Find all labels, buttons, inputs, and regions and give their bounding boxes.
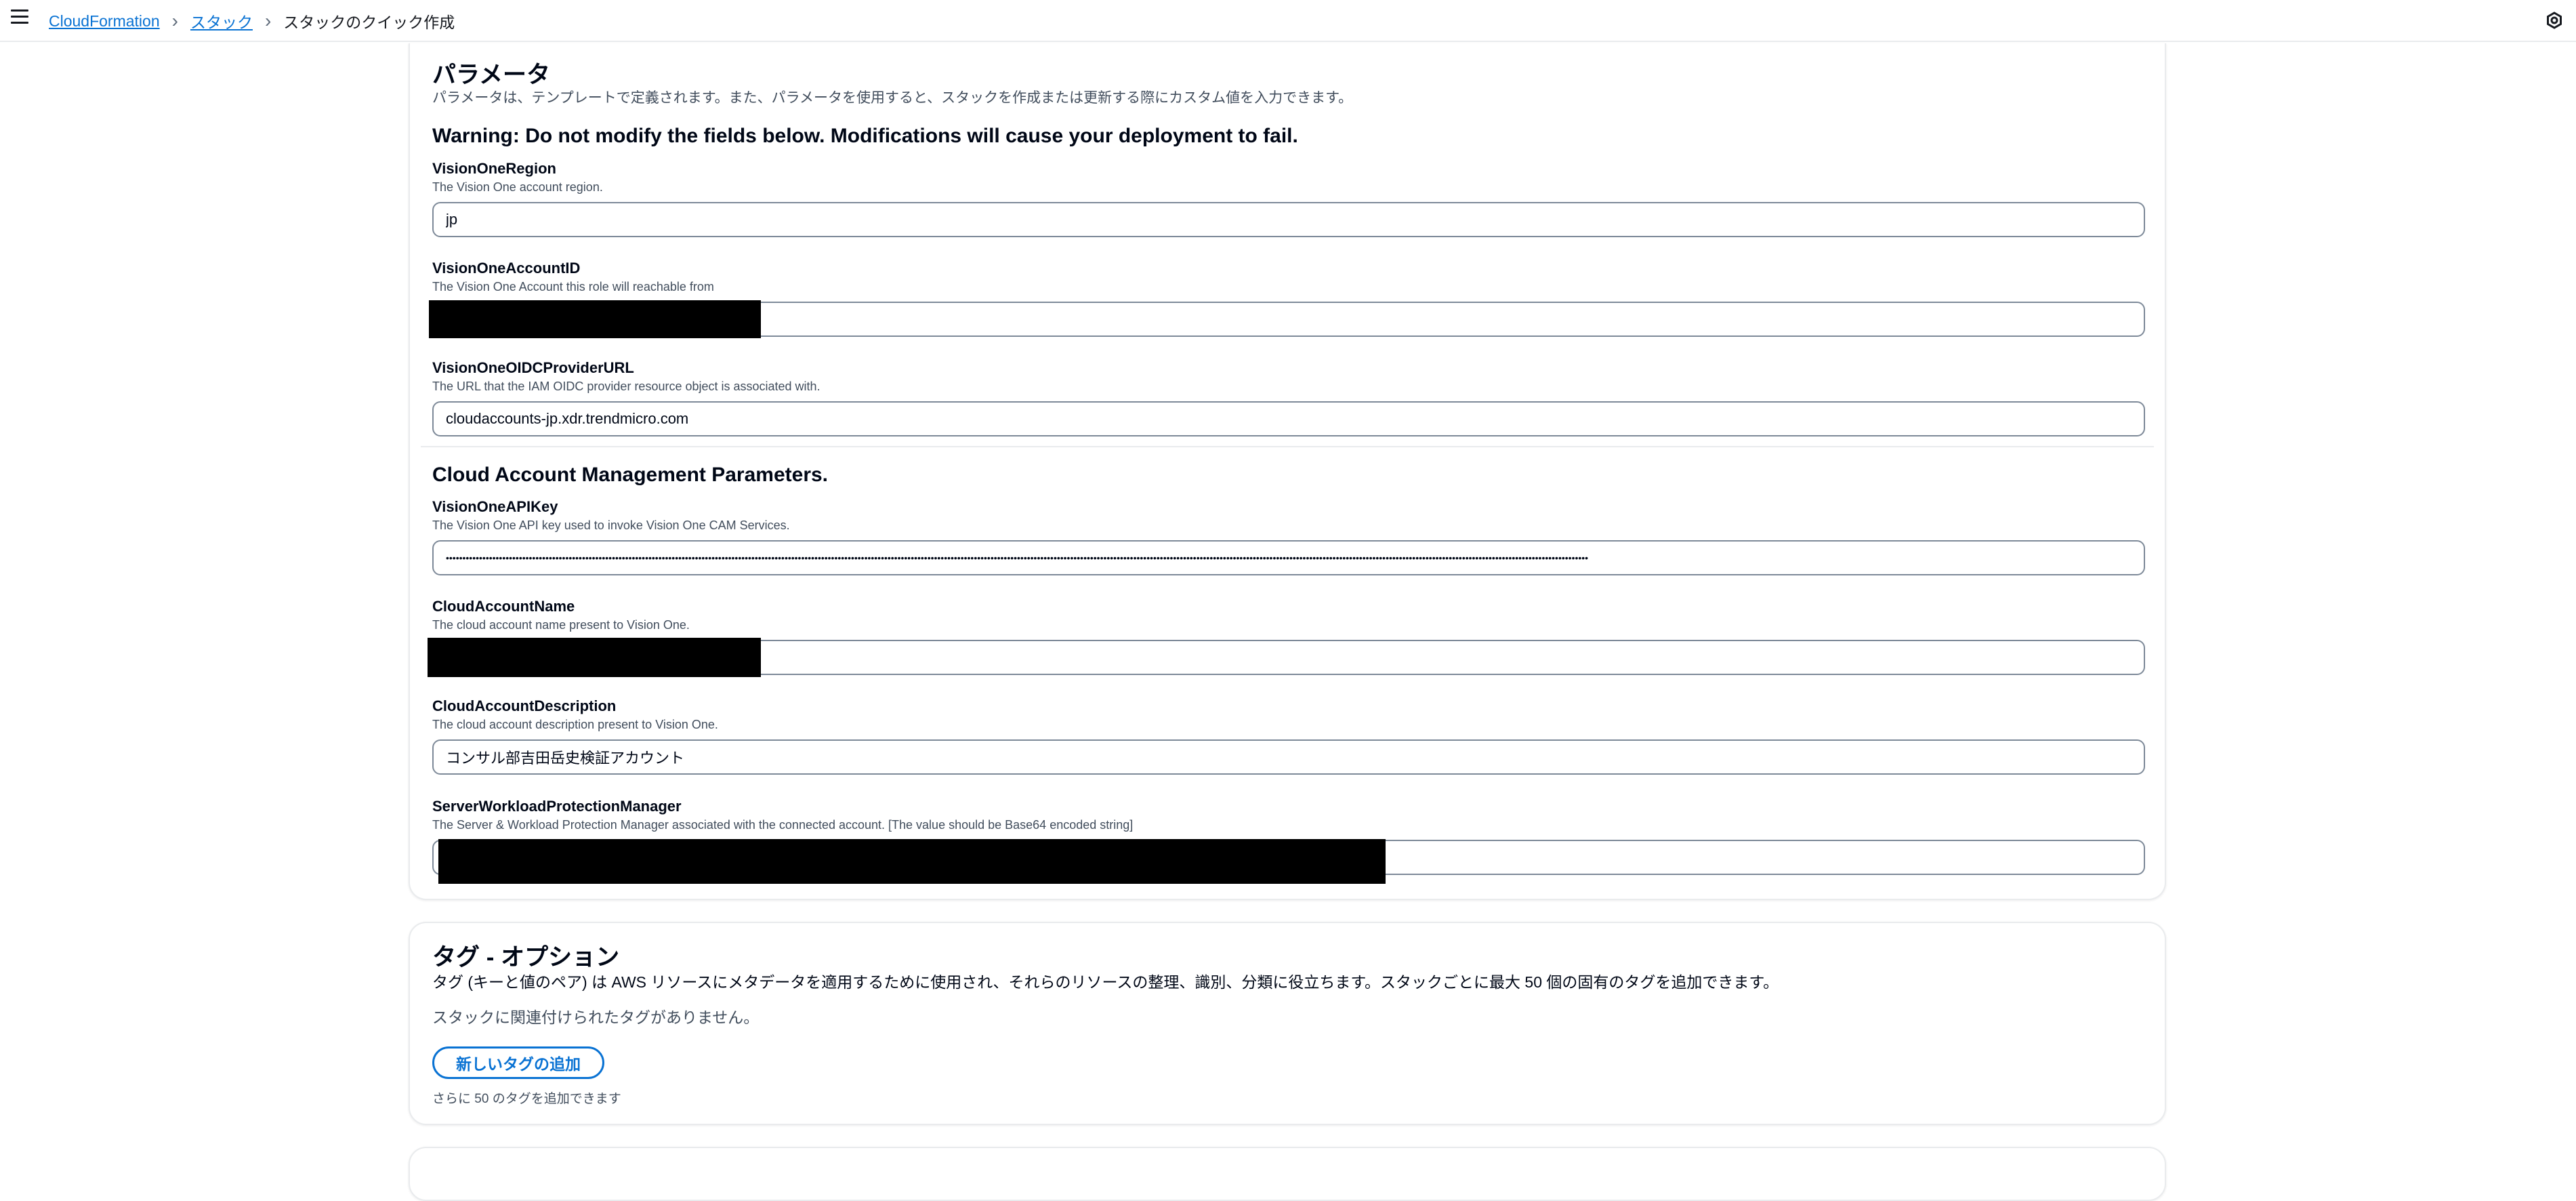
tags-description: タグ (キーと値のペア) は AWS リソースにメタデータを適用するために使用さ… bbox=[432, 973, 1779, 991]
field-label-vision-one-account-id: VisionOneAccountID bbox=[432, 260, 581, 277]
warning-message: Warning: Do not modify the fields below.… bbox=[432, 125, 1298, 147]
breadcrumb-cloudformation-link[interactable]: CloudFormation bbox=[49, 12, 160, 30]
redaction-block bbox=[438, 839, 1386, 884]
tags-empty-message: スタックに関連付けられたタグがありません。 bbox=[432, 1009, 760, 1026]
next-section-panel bbox=[409, 1147, 2166, 1201]
parameters-title: パラメータ bbox=[432, 62, 550, 88]
hamburger-menu-icon[interactable] bbox=[11, 9, 28, 24]
field-label-vision-one-api-key: VisionOneAPIKey bbox=[432, 498, 558, 515]
field-label-oidc-provider-url: VisionOneOIDCProviderURL bbox=[432, 359, 634, 376]
tags-remaining-text: さらに 50 のタグを追加できます bbox=[432, 1092, 621, 1106]
field-desc-vision-one-account-id: The Vision One Account this role will re… bbox=[432, 280, 714, 293]
field-desc-oidc-provider-url: The URL that the IAM OIDC provider resou… bbox=[432, 380, 820, 393]
parameters-panel: パラメータ パラメータは、テンプレートで定義されます。また、パラメータを使用する… bbox=[409, 43, 2166, 900]
field-desc-vision-one-api-key: The Vision One API key used to invoke Vi… bbox=[432, 518, 790, 532]
redaction-block bbox=[428, 638, 761, 677]
cloud-account-description-input[interactable] bbox=[432, 739, 2145, 775]
vision-one-api-key-input[interactable] bbox=[432, 540, 2145, 575]
add-new-tag-button[interactable]: 新しいタグの追加 bbox=[432, 1046, 604, 1079]
tags-title: タグ - オプション bbox=[432, 944, 620, 971]
breadcrumb: CloudFormation › スタック › スタックのクイック作成 bbox=[49, 9, 455, 33]
breadcrumb-current-page: スタックのクイック作成 bbox=[283, 14, 455, 31]
parameters-description: パラメータは、テンプレートで定義されます。また、パラメータを使用すると、スタック… bbox=[432, 90, 1353, 106]
field-label-swp-manager: ServerWorkloadProtectionManager bbox=[432, 798, 682, 815]
field-desc-cloud-account-name: The cloud account name present to Vision… bbox=[432, 618, 690, 632]
tags-panel: タグ - オプション タグ (キーと値のペア) は AWS リソースにメタデータ… bbox=[409, 922, 2166, 1125]
breadcrumb-stacks-link[interactable]: スタック bbox=[190, 9, 253, 33]
settings-icon[interactable] bbox=[2545, 11, 2564, 30]
field-label-cloud-account-description: CloudAccountDescription bbox=[432, 697, 617, 714]
vision-one-region-input[interactable] bbox=[432, 202, 2145, 237]
top-navigation-bar: CloudFormation › スタック › スタックのクイック作成 bbox=[0, 0, 2576, 42]
redaction-block bbox=[429, 300, 761, 338]
field-desc-vision-one-region: The Vision One account region. bbox=[432, 180, 603, 194]
field-desc-cloud-account-description: The cloud account description present to… bbox=[432, 718, 718, 731]
chevron-right-icon: › bbox=[264, 10, 272, 31]
field-label-vision-one-region: VisionOneRegion bbox=[432, 160, 556, 177]
oidc-provider-url-input[interactable] bbox=[432, 401, 2145, 436]
field-desc-swp-manager: The Server & Workload Protection Manager… bbox=[432, 818, 1134, 832]
section-divider bbox=[421, 446, 2154, 447]
field-label-cloud-account-name: CloudAccountName bbox=[432, 598, 575, 615]
cam-parameters-title: Cloud Account Management Parameters. bbox=[432, 464, 829, 486]
chevron-right-icon: › bbox=[171, 10, 178, 31]
